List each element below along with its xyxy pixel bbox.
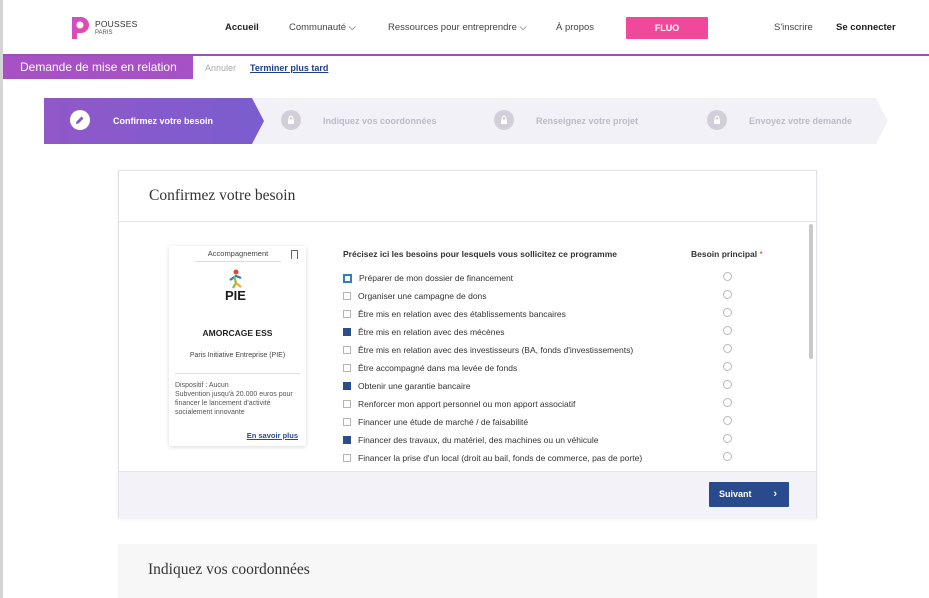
main-need-radio[interactable] <box>723 290 732 299</box>
step-3-label: Renseignez votre projet <box>536 116 639 126</box>
need-checkbox[interactable] <box>343 310 351 318</box>
learn-more-link[interactable]: En savoir plus <box>247 431 298 440</box>
chevron-right-icon: › <box>773 488 777 500</box>
coordinates-section: Indiquez vos coordonnées <box>118 544 817 598</box>
program-details: Dispositif : Aucun Subvention jusqu'à 20… <box>175 381 300 417</box>
need-checkbox[interactable] <box>343 418 351 426</box>
need-checkbox[interactable] <box>343 273 352 283</box>
need-checkbox[interactable] <box>343 328 351 336</box>
list-scrollbar[interactable] <box>809 224 813 359</box>
lock-icon <box>281 110 301 130</box>
main-need-radio[interactable] <box>723 452 732 461</box>
need-row[interactable]: Renforcer mon apport personnel ou mon ap… <box>343 398 575 410</box>
main-need-radio[interactable] <box>723 398 732 407</box>
main-need-radio[interactable] <box>723 380 732 389</box>
need-row[interactable]: Financer une étude de marché / de faisab… <box>343 416 528 428</box>
needs-list-header: Précisez ici les besoins pour lesquels v… <box>343 249 617 259</box>
need-row[interactable]: Financer des travaux, du matériel, des m… <box>343 434 599 446</box>
main-need-radio[interactable] <box>723 344 732 353</box>
pencil-icon <box>70 110 90 130</box>
need-row[interactable]: Être mis en relation avec des établissem… <box>343 308 566 320</box>
need-row[interactable]: Être mis en relation avec des investisse… <box>343 344 633 356</box>
need-row[interactable]: Obtenir une garantie bancaire <box>343 380 470 392</box>
nav-communaute[interactable]: Communauté ⌵ <box>289 22 356 33</box>
need-row[interactable]: Être mis en relation avec des mécènes <box>343 326 504 338</box>
need-row[interactable]: Organiser une campagne de dons <box>343 290 487 302</box>
lock-icon <box>494 110 514 130</box>
logo-line1: POUSSES <box>95 18 138 29</box>
program-tag: Accompagnement <box>195 249 281 262</box>
pousses-logo-icon <box>69 15 91 41</box>
nav-accueil[interactable]: Accueil <box>225 22 259 33</box>
next-button[interactable]: Suivant › <box>709 482 789 507</box>
program-org: Paris Initiative Entreprise (PIE) <box>189 352 286 359</box>
progress-stepper: Confirmez votre besoin Indiquez vos coor… <box>44 98 888 144</box>
next-button-label: Suivant <box>719 489 752 499</box>
need-checkbox[interactable] <box>343 364 351 372</box>
step-2-label: Indiquez vos coordonnées <box>323 116 437 126</box>
cancel-link[interactable]: Annuler <box>205 63 236 73</box>
coordinates-title: Indiquez vos coordonnées <box>148 561 310 578</box>
main-need-radio[interactable] <box>723 416 732 425</box>
need-checkbox[interactable] <box>343 382 351 390</box>
need-row[interactable]: Préparer de mon dossier de financement <box>343 272 513 284</box>
need-checkbox[interactable] <box>343 346 351 354</box>
pie-logo: PIE <box>224 268 254 304</box>
need-checkbox[interactable] <box>343 400 351 408</box>
main-need-radio[interactable] <box>723 434 732 443</box>
pie-logo-text: PIE <box>225 288 246 303</box>
login-link[interactable]: Se connecter <box>836 22 896 33</box>
program-description: Subvention jusqu'à 20.000 euros pour fin… <box>175 391 293 416</box>
required-mark: * <box>759 249 763 259</box>
card-title: Confirmez votre besoin <box>149 187 296 204</box>
step-4-label: Envoyez votre demande <box>749 116 853 126</box>
confirm-need-card: Confirmez votre besoin Accompagnement PI… <box>118 170 817 518</box>
logo-line2: PARIS <box>95 29 113 36</box>
request-title: Demande de mise en relation <box>3 56 193 79</box>
finish-later-link[interactable]: Terminer plus tard <box>250 63 328 73</box>
main-need-radio[interactable] <box>723 308 732 317</box>
site-logo[interactable]: POUSSES PARIS <box>69 15 138 41</box>
main-need-header: Besoin principal * <box>691 249 763 259</box>
main-need-radio[interactable] <box>723 272 732 281</box>
nav-a-propos[interactable]: À propos <box>556 22 594 33</box>
program-card: Accompagnement PIE AMORCAGE ESS Paris In… <box>169 246 306 446</box>
nav-ressources[interactable]: Ressources pour entreprendre ⌵ <box>388 22 527 33</box>
need-row[interactable]: Financer la prise d'un local (droit au b… <box>343 452 642 464</box>
need-checkbox[interactable] <box>343 292 351 300</box>
main-need-radio[interactable] <box>723 326 732 335</box>
step-1-label: Confirmez votre besoin <box>113 116 214 126</box>
program-dispositif: Dispositif : Aucun <box>175 382 229 389</box>
main-need-radio[interactable] <box>723 362 732 371</box>
signup-link[interactable]: S'inscrire <box>774 22 813 33</box>
need-checkbox[interactable] <box>343 454 351 462</box>
window-edge <box>0 0 3 598</box>
site-header: POUSSES PARIS Accueil Communauté ⌵ Resso… <box>3 0 929 56</box>
lock-icon <box>707 110 727 130</box>
program-name: AMORCAGE ESS <box>202 328 273 338</box>
bookmark-icon[interactable] <box>291 250 298 259</box>
fluo-button[interactable]: FLUO <box>626 17 708 39</box>
need-checkbox[interactable] <box>343 436 351 444</box>
need-row[interactable]: Être accompagné dans ma levée de fonds <box>343 362 517 374</box>
